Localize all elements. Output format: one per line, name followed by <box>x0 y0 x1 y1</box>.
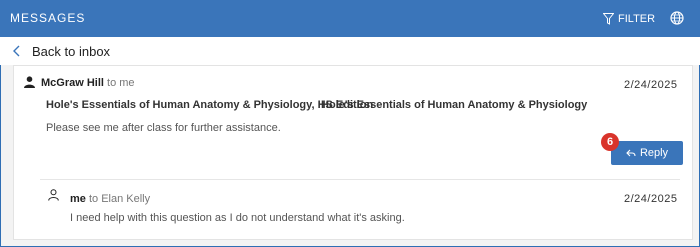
recipient-text: to Elan Kelly <box>88 193 151 205</box>
message-date: 2/24/2025 <box>624 193 678 205</box>
reply-arrow-icon <box>626 149 636 157</box>
user-outline-icon <box>48 189 59 201</box>
message-body: I need help with this question as I do n… <box>70 212 405 224</box>
message-date: 2/24/2025 <box>624 79 678 91</box>
reply-label: Reply <box>639 147 669 159</box>
globe-icon[interactable] <box>670 11 684 25</box>
header-bar: MESSAGES FILTER <box>0 0 700 37</box>
message-body: Please see me after class for further as… <box>46 122 281 134</box>
book-title: Hole's Essentials of Human Anatomy & Phy… <box>321 99 588 111</box>
back-nav: Back to inbox <box>0 37 700 65</box>
page-title: MESSAGES <box>10 11 86 25</box>
user-icon <box>24 76 35 88</box>
message-sender-line: me to Elan Kelly <box>70 193 150 205</box>
filter-icon <box>603 13 614 25</box>
recipient-text: to me <box>107 77 135 89</box>
message-divider <box>40 179 680 180</box>
sender-name: McGraw Hill <box>41 77 104 89</box>
back-to-inbox-link[interactable]: Back to inbox <box>32 44 110 59</box>
step-badge: 6 <box>601 133 619 151</box>
message-sender-line: McGraw Hill to me <box>41 77 135 89</box>
filter-label: FILTER <box>618 13 656 25</box>
reply-button[interactable]: Reply <box>611 141 683 165</box>
filter-button[interactable]: FILTER <box>603 11 655 27</box>
sender-name: me <box>70 193 86 205</box>
chevron-left-icon[interactable] <box>12 45 22 57</box>
